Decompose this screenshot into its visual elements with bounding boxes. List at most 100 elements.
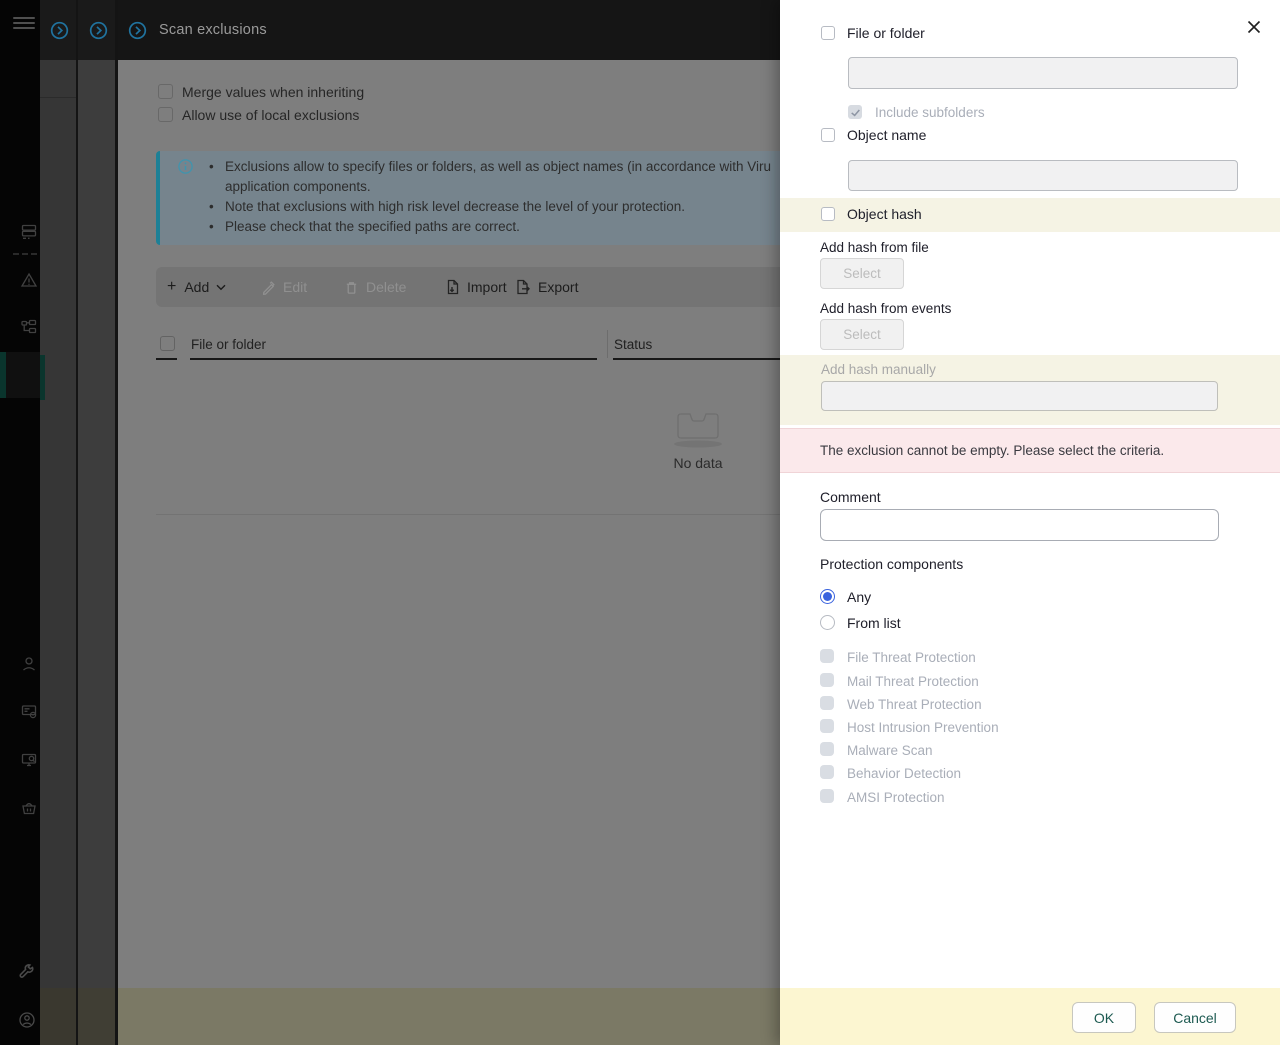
add-hash-from-events-label: Add hash from events [820,301,952,316]
export-button-label: Export [538,279,579,295]
panel-divider [115,0,118,1045]
sidebar-selected-item[interactable] [6,352,40,398]
info-banner: Exclusions allow to specify files or fol… [156,151,790,245]
component-label: Web Threat Protection [847,697,982,712]
object-hash-label: Object hash [847,206,922,222]
collapsed-panel-1 [40,0,78,1045]
import-button-label: Import [467,279,507,295]
add-button[interactable]: Add [167,267,226,307]
add-hash-manually-label: Add hash manually [821,362,936,377]
local-exclusions-label: Allow use of local exclusions [182,107,360,123]
panel-divider [76,0,78,1045]
main-nav-sidebar [0,0,40,1045]
component-checkbox-file-threat[interactable] [820,649,834,663]
pencil-icon [262,280,275,295]
select-all-checkbox[interactable] [160,336,175,351]
header-underline [156,358,177,360]
component-checkbox-host-intrusion[interactable] [820,719,834,733]
info-bullet-1-cont: application components. [225,179,371,194]
expand-panel-icon[interactable] [128,21,147,40]
merge-values-label: Merge values when inheriting [182,84,365,100]
select-hash-events-button[interactable]: Select [820,319,904,350]
header-underline [613,358,780,360]
device-discovery-icon[interactable] [20,751,38,769]
component-checkbox-behavior-detection[interactable] [820,765,834,779]
page-title: Scan exclusions [159,22,267,38]
alerts-icon[interactable] [20,271,38,289]
users-icon[interactable] [20,655,38,673]
import-button[interactable]: Import [445,267,507,307]
chevron-down-icon [216,284,226,290]
close-icon[interactable] [1246,19,1262,35]
collapsed-panel-2 [78,0,118,1045]
local-exclusions-checkbox[interactable] [158,107,173,122]
file-or-folder-label: File or folder [847,25,925,41]
radio-from-list[interactable] [820,615,835,630]
delete-button-label: Delete [366,279,407,295]
info-bullet-1: Exclusions allow to specify files or fol… [209,159,771,175]
export-button[interactable]: Export [515,267,578,307]
panel-2-footer [78,988,118,1045]
component-label: Behavior Detection [847,766,962,781]
info-bullet-3: Please check that the specified paths ar… [209,219,520,235]
include-subfolders-checkbox[interactable] [848,105,862,119]
empty-state-label: No data [673,455,723,471]
file-or-folder-checkbox[interactable] [821,26,835,40]
component-label: Mail Threat Protection [847,674,979,689]
assets-icon[interactable] [20,222,38,240]
import-file-icon [447,279,459,295]
component-checkbox-web-threat[interactable] [820,696,834,710]
merge-values-checkbox[interactable] [158,84,173,99]
export-file-icon [517,279,530,295]
column-header-file-or-folder[interactable]: File or folder [191,337,266,352]
info-bullet-2: Note that exclusions with high risk leve… [209,199,685,215]
marketplace-icon[interactable] [20,799,38,817]
add-hash-from-file-label: Add hash from file [820,240,929,255]
component-checkbox-malware-scan[interactable] [820,742,834,756]
component-label: Host Intrusion Prevention [847,720,999,735]
radio-any[interactable] [820,589,835,604]
object-name-input[interactable] [848,160,1238,191]
app-window: Scan exclusions Merge values when inheri… [0,0,1280,1045]
empty-tray-icon [674,413,722,448]
account-icon[interactable] [18,1011,36,1029]
add-button-label: Add [184,279,210,295]
dimmed-footer-band [118,988,780,1045]
select-hash-file-button[interactable]: Select [820,258,904,289]
edit-button[interactable]: Edit [261,267,307,307]
file-or-folder-input[interactable] [848,57,1238,89]
sidebar-divider [13,253,37,255]
comment-label: Comment [820,489,881,505]
hash-manual-input[interactable] [821,381,1218,411]
info-icon [178,159,193,174]
column-header-status[interactable]: Status [614,337,652,352]
object-name-label: Object name [847,127,927,143]
radio-from-list-label: From list [847,615,901,631]
component-label: File Threat Protection [847,650,976,665]
component-checkbox-mail-threat[interactable] [820,673,834,687]
cancel-button[interactable]: Cancel [1154,1002,1236,1033]
policies-icon[interactable] [20,702,38,720]
table-bottom-border [156,514,780,515]
comment-input[interactable] [820,509,1219,541]
header-underline [190,358,597,360]
panel-1-footer [40,988,78,1045]
radio-any-label: Any [847,589,872,605]
object-hash-checkbox[interactable] [821,207,835,221]
hamburger-menu-icon[interactable] [13,17,35,32]
sidebar-selected-indicator [0,352,6,398]
ok-button[interactable]: OK [1072,1002,1136,1033]
edit-button-label: Edit [283,279,308,295]
settings-wrench-icon[interactable] [18,963,36,981]
trash-icon [346,281,357,294]
validation-error-message: The exclusion cannot be empty. Please se… [820,443,1165,458]
component-checkbox-amsi[interactable] [820,789,834,803]
delete-button[interactable]: Delete [344,267,406,307]
expand-panel-icon[interactable] [89,21,108,40]
include-subfolders-label: Include subfolders [875,105,985,120]
column-divider [607,330,608,358]
panel-divider-line [40,97,76,98]
object-name-checkbox[interactable] [821,128,835,142]
hierarchy-icon[interactable] [20,318,38,336]
expand-panel-icon[interactable] [50,21,69,40]
